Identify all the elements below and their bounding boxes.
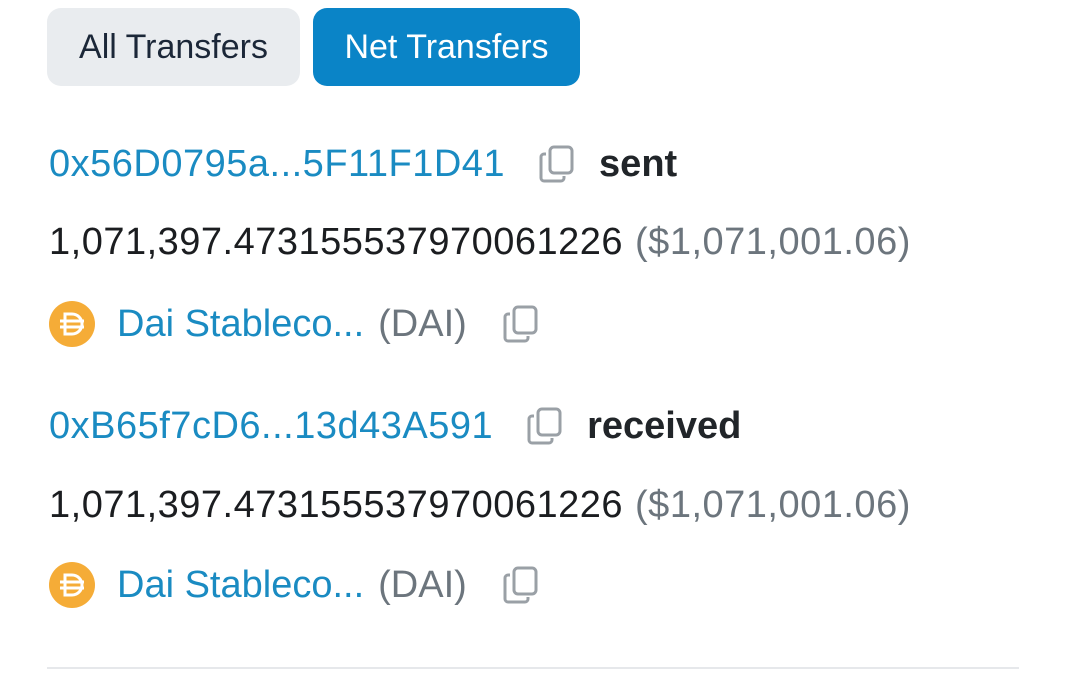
token-symbol: (DAI) xyxy=(378,302,467,345)
token-amount: 1,071,397.473155537970061226 xyxy=(49,221,624,263)
transfer-direction: received xyxy=(587,404,742,447)
dai-token-icon xyxy=(49,301,95,347)
address-link[interactable]: 0x56D0795a...5F11F1D41 xyxy=(49,143,505,186)
transfer-token-row: Dai Stableco... (DAI) xyxy=(49,562,543,608)
transfer-token-row: Dai Stableco... (DAI) xyxy=(49,301,543,347)
copy-address-icon[interactable] xyxy=(523,404,567,448)
token-amount: 1,071,397.473155537970061226 xyxy=(49,484,624,526)
tab-net-transfers[interactable]: Net Transfers xyxy=(313,8,580,86)
token-name-link[interactable]: Dai Stableco... xyxy=(117,303,364,346)
tab-all-transfers[interactable]: All Transfers xyxy=(47,8,300,86)
usd-value: ($1,071,001.06) xyxy=(635,484,911,526)
copy-address-icon[interactable] xyxy=(535,142,579,186)
copy-token-icon[interactable] xyxy=(499,563,543,607)
transfer-address-row: 0x56D0795a...5F11F1D41 sent xyxy=(49,142,677,186)
transfer-amount-row: 1,071,397.473155537970061226 ($1,071,001… xyxy=(49,484,911,527)
address-link[interactable]: 0xB65f7cD6...13d43A591 xyxy=(49,405,493,448)
dai-token-icon xyxy=(49,562,95,608)
section-divider xyxy=(47,667,1019,669)
token-symbol: (DAI) xyxy=(378,563,467,606)
transfer-view-tabs: All Transfers Net Transfers xyxy=(47,8,580,86)
transfer-address-row: 0xB65f7cD6...13d43A591 received xyxy=(49,404,741,448)
transfer-direction: sent xyxy=(599,142,678,185)
usd-value: ($1,071,001.06) xyxy=(635,221,911,263)
token-name-link[interactable]: Dai Stableco... xyxy=(117,564,364,607)
copy-token-icon[interactable] xyxy=(499,302,543,346)
transfer-amount-row: 1,071,397.473155537970061226 ($1,071,001… xyxy=(49,221,911,264)
